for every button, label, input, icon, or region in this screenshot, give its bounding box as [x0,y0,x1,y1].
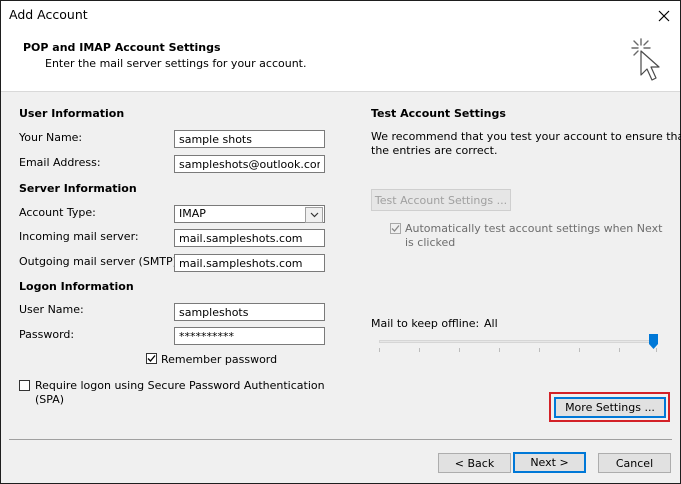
user-name-input[interactable] [174,303,325,321]
remember-password-label: Remember password [161,353,278,366]
slider-tick [499,348,500,352]
user-information-heading: User Information [19,107,125,120]
incoming-mail-server-label: Incoming mail server: [19,230,139,243]
slider-tick [459,348,460,352]
checkmark-icon [147,355,156,362]
checkmark-icon [391,225,400,232]
slider-tick [619,348,620,352]
outgoing-mail-server-label: Outgoing mail server (SMTP): [19,255,181,268]
back-button[interactable]: < Back [438,453,511,473]
account-type-dropdown-button[interactable] [305,207,323,223]
slider-tick [379,348,380,352]
window-title: Add Account [9,7,88,22]
dialog-header: POP and IMAP Account Settings Enter the … [1,31,680,92]
password-label: Password: [19,328,75,341]
mail-offline-label: Mail to keep offline: [371,317,480,330]
test-description-line1: We recommend that you test your account … [371,130,681,143]
password-input[interactable] [174,327,325,345]
account-type-value: IMAP [179,207,206,220]
logon-information-heading: Logon Information [19,280,134,293]
header-title: POP and IMAP Account Settings [23,41,221,54]
close-icon [658,10,670,22]
your-name-label: Your Name: [19,131,83,144]
cancel-button[interactable]: Cancel [598,453,671,473]
email-address-input[interactable] [174,155,325,173]
mail-offline-value: All [484,317,498,330]
slider-tick [419,348,420,352]
account-type-label: Account Type: [19,206,96,219]
more-settings-button[interactable]: More Settings ... [554,397,666,418]
auto-test-checkbox[interactable] [390,223,401,234]
incoming-mail-server-input[interactable] [174,229,325,247]
chevron-down-icon [310,212,318,218]
test-account-settings-heading: Test Account Settings [371,107,506,120]
slider-tick [539,348,540,352]
auto-test-label-line1: Automatically test account settings when… [405,222,663,235]
spa-checkbox[interactable] [19,380,30,391]
user-name-label: User Name: [19,303,84,316]
test-description-line2: the entries are correct. [371,144,498,157]
next-button[interactable]: Next > [513,452,586,473]
add-account-dialog: Add Account POP and IMAP Account Setting… [0,0,681,484]
test-account-settings-button[interactable]: Test Account Settings ... [371,189,511,211]
outgoing-mail-server-input[interactable] [174,254,325,272]
your-name-input[interactable] [174,130,325,148]
server-information-heading: Server Information [19,182,137,195]
account-type-select[interactable]: IMAP [174,205,325,223]
slider-thumb[interactable] [649,334,658,349]
title-bar: Add Account [1,1,680,31]
slider-tick [579,348,580,352]
spa-label-line2: (SPA) [35,393,65,406]
wizard-cursor-icon [631,38,660,81]
header-subtitle: Enter the mail server settings for your … [45,57,307,70]
remember-password-checkbox[interactable] [146,353,157,364]
spa-label-line1: Require logon using Secure Password Auth… [35,379,325,392]
slider-track[interactable] [379,340,657,343]
footer-divider [9,439,672,440]
email-address-label: Email Address: [19,156,101,169]
close-button[interactable] [652,4,676,28]
auto-test-label-line2: is clicked [405,236,456,249]
